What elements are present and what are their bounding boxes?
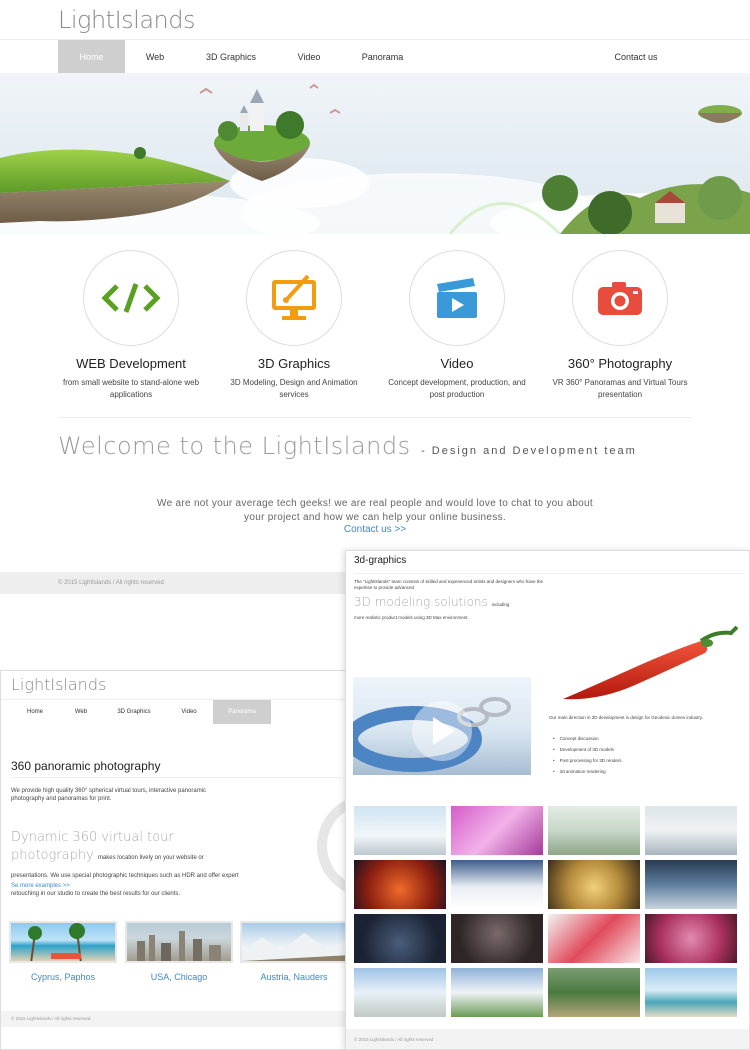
service-title: Video (440, 356, 474, 371)
graphics-page: 3d-graphics The "LightIslands" team cons… (345, 550, 750, 1050)
nav-web[interactable]: Web (130, 40, 180, 74)
nav-home[interactable]: Home (15, 700, 55, 724)
gallery-image[interactable] (353, 805, 447, 856)
gallery-image[interactable] (547, 967, 641, 1018)
monitor-brush-icon (272, 274, 316, 320)
hero-banner (0, 73, 750, 234)
floating-islands-illustration (0, 83, 750, 234)
intro-text: We provide high quality 360° spherical v… (11, 788, 207, 802)
geodesic-text: Our main direction in 3D development is … (549, 715, 703, 720)
gallery-image[interactable] (353, 967, 447, 1018)
camera-watermark-icon (317, 799, 347, 893)
service-circle[interactable] (83, 250, 179, 346)
service-title: WEB Development (76, 356, 186, 371)
thumb-chicago[interactable] (125, 921, 233, 963)
video-player[interactable] (353, 677, 531, 775)
gallery-image[interactable] (547, 805, 641, 856)
thumb-cyprus[interactable] (9, 921, 117, 963)
site-logo[interactable]: LightIslands (11, 675, 106, 694)
gallery-image[interactable] (644, 967, 738, 1018)
services-list: Concept discussion Development of 3D mod… (553, 733, 622, 777)
page-title: 360 panoramic photography (11, 759, 161, 773)
service-desc: from small website to stand-alone web ap… (62, 378, 200, 399)
list-item: Development of 3D models (553, 744, 622, 755)
list-item: Concept discussion (553, 733, 622, 744)
nav-video[interactable]: Video (167, 700, 211, 724)
intro-text: The "LightIslands" team consists of skil… (354, 579, 544, 590)
service-desc: 3D Modeling, Design and Animation servic… (230, 378, 358, 399)
service-360-photo[interactable]: 360° Photography VR 360° Panoramas and V… (540, 250, 700, 401)
gallery-image[interactable] (450, 859, 544, 910)
palm-photo (28, 923, 85, 961)
welcome-heading: Welcome to the LightIslands - Design and… (58, 432, 637, 460)
service-desc: VR 360° Panoramas and Virtual Tours pres… (552, 378, 688, 399)
service-desc: Concept development, production, and pos… (388, 378, 526, 399)
thumb-caption[interactable]: USA, Chicago (125, 972, 233, 982)
nav-panorama[interactable]: Panorama (213, 700, 271, 724)
gallery-image[interactable] (450, 805, 544, 856)
panorama-headline: Dynamic 360 virtual tour photography mak… (11, 829, 241, 901)
welcome-subtitle: - Design and Development team (421, 445, 637, 457)
divider (354, 573, 744, 574)
intro-more-text: more realistic product models using 3D M… (354, 615, 469, 620)
nav-3d-graphics[interactable]: 3D Graphics (195, 40, 267, 74)
gallery-image[interactable] (547, 913, 641, 964)
gallery-image[interactable] (644, 859, 738, 910)
gallery-image[interactable] (353, 913, 447, 964)
divider (58, 417, 692, 418)
panorama-page: LightIslands Home Web 3D Graphics Video … (0, 670, 348, 1050)
gallery-image[interactable] (547, 859, 641, 910)
camera-icon (598, 282, 642, 315)
nav-web[interactable]: Web (61, 700, 101, 724)
welcome-title: Welcome to the LightIslands (58, 432, 411, 460)
home-page: LightIslands Home Web 3D Graphics Video … (0, 0, 750, 600)
nav-panorama[interactable]: Panorama (350, 40, 415, 74)
main-nav: Home Web 3D Graphics Video Panorama (1, 699, 347, 724)
gallery-image[interactable] (450, 967, 544, 1018)
gallery-image[interactable] (450, 913, 544, 964)
mountain-photo (242, 933, 346, 961)
service-circle[interactable] (409, 250, 505, 346)
service-3d-graphics[interactable]: 3D Graphics 3D Modeling, Design and Anim… (214, 250, 374, 401)
clapperboard-play-icon (437, 278, 477, 318)
nav-home[interactable]: Home (58, 40, 125, 74)
site-logo[interactable]: LightIslands (58, 6, 195, 34)
page-title: 3d-graphics (354, 555, 407, 566)
headline-text: 3D modeling solutions (354, 595, 488, 609)
nav-video[interactable]: Video (285, 40, 333, 74)
service-circle[interactable] (572, 250, 668, 346)
modeling-headline: 3D modeling solutions including (354, 595, 554, 612)
contact-link[interactable]: Contact us >> (0, 524, 750, 535)
thumb-caption[interactable]: Cyprus, Paphos (9, 972, 117, 982)
city-photo (137, 931, 221, 961)
thumb-nauders[interactable] (240, 921, 347, 963)
headline-inline-text: including (491, 602, 510, 607)
gallery-image[interactable] (644, 913, 738, 964)
footer: © 2015 LightIslands / All rights reserve… (1, 1011, 347, 1027)
footer: © 2015 LightIslands / All rights reserve… (346, 1029, 749, 1049)
gallery-image[interactable] (353, 859, 447, 910)
service-circle[interactable] (246, 250, 342, 346)
gallery-image[interactable] (644, 805, 738, 856)
nav-3d-graphics[interactable]: 3D Graphics (109, 700, 159, 724)
service-title: 360° Photography (567, 356, 673, 371)
code-icon (101, 283, 161, 313)
chain-render (353, 697, 511, 772)
service-video[interactable]: Video Concept development, production, a… (377, 250, 537, 401)
divider (11, 777, 341, 778)
service-title: 3D Graphics (257, 356, 331, 371)
list-item: Post processing for 3D renders (553, 755, 622, 766)
more-examples-link[interactable]: Se more examples >> (11, 883, 70, 889)
thumb-caption[interactable]: Austria, Nauders (240, 972, 347, 982)
intro-text: We are not your average tech geeks! we a… (157, 498, 593, 523)
render-gallery (353, 805, 741, 1021)
list-item: 3d animation rendering (553, 766, 622, 777)
chili-pepper-render (563, 625, 739, 700)
nav-contact[interactable]: Contact us (605, 40, 667, 74)
service-web[interactable]: WEB Development from small website to st… (51, 250, 211, 401)
main-nav: Home Web 3D Graphics Video Panorama Cont… (0, 39, 750, 74)
